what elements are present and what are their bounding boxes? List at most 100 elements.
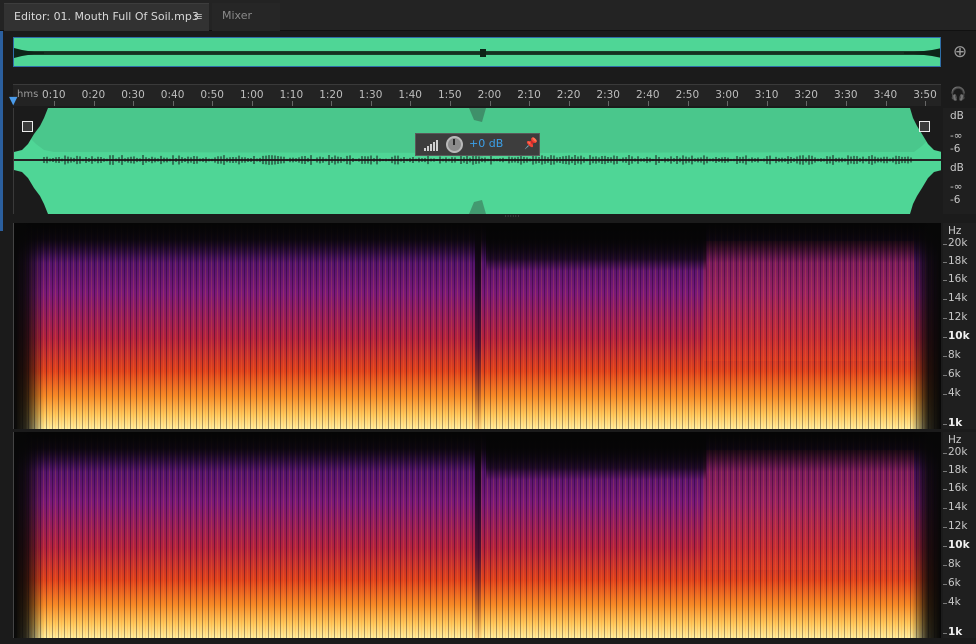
ruler-tick-label: 3:20 [794,89,818,101]
ruler-tick-label: 2:50 [675,89,700,101]
spectral-display-channel-2[interactable] [13,432,941,638]
hz-tick-mark [943,337,947,338]
ruler-tick-mark [766,101,768,106]
db-minus6-ch1: -6 [950,143,961,155]
ruler-tick-mark [450,101,451,106]
ruler-tick-mark [489,101,491,106]
hz-tick-mark [943,471,947,472]
ruler-tick-label: 2:20 [556,89,581,101]
ruler-tick-mark [687,101,689,106]
ruler-tick-label: 2:00 [477,89,502,101]
tab-menu-icon[interactable]: ≡ [194,4,203,30]
ruler-tick-label: 1:50 [438,89,462,101]
ruler-tick-label: 1:20 [319,89,343,101]
zoom-in-icon[interactable]: ⊕ [948,40,972,64]
frequency-scale-channel-2: Hz 20k 18k 16k 14k 12k 10k 8k 6k 4k 1k [943,432,976,638]
hz-unit: Hz [948,434,962,446]
tab-editor-label: Editor: 01. Mouth Full Of Soil.mp3 [14,10,199,23]
ruler-tick-mark [93,101,95,106]
fade-out-handle[interactable] [919,121,930,132]
ruler-tick-label: 3:30 [834,89,858,101]
ruler-tick-label: 3:50 [913,89,937,101]
hz-tick-mark [943,356,947,357]
ruler-tick-mark [370,101,372,106]
spectral-gap [475,432,481,638]
ruler-tick-label: 0:10 [42,89,66,101]
playhead-marker-icon[interactable]: ▼ [9,95,19,107]
hz-tick-mark [943,565,947,566]
time-ruler[interactable]: hms 0:10 0:20 0:30 0:40 0:50 1:00 1:10 1:20 1:30… [13,84,941,106]
spectral-gap [475,223,481,429]
spectral-fade-left [14,223,44,429]
db-inf-ch1: -∞ [950,130,963,142]
tab-editor[interactable]: Editor: 01. Mouth Full Of Soil.mp3 ≡ [4,3,209,31]
ruler-tick-label: 3:10 [754,89,779,101]
hz-label: 6k [948,368,961,380]
waveform-db-scale: dB -∞ -6 dB -∞ -6 [943,108,976,214]
spectral-fade-right [911,223,941,429]
ruler-tick-mark [648,101,649,106]
ruler-tick-mark [529,101,531,106]
spectral-fade-right [911,432,941,638]
hz-tick-mark [943,299,947,300]
hz-label: 20k [948,237,968,249]
hz-label: 4k [948,596,961,608]
hz-label: 18k [948,464,968,476]
frequency-scale-channel-1: Hz 20k 18k 16k 14k 12k 10k 8k 6k 4k 1k [943,223,976,429]
hz-tick-mark [943,584,947,585]
ruler-tick-label: 2:10 [517,89,541,101]
ruler-tick-mark [846,101,847,106]
ruler-tick-label: 0:20 [81,89,106,101]
hz-label: 10k [948,330,970,342]
hz-tick-mark [943,244,947,245]
ruler-tick-label: 0:50 [200,89,224,101]
waveform-display[interactable] [13,108,941,214]
spectral-quiet-region [486,432,706,480]
spectral-display-channel-1[interactable] [13,223,941,429]
panel-resize-grip[interactable]: ······ [498,213,526,221]
fade-in-handle[interactable] [22,121,33,132]
ruler-tick-mark [410,101,412,106]
hz-tick-mark [943,546,947,547]
hz-label: 1k [948,626,963,638]
editor-tab-bar: Editor: 01. Mouth Full Of Soil.mp3 ≡ Mix… [0,0,976,31]
hz-tick-mark [943,262,947,263]
ruler-tick-label: 0:30 [121,89,145,101]
hz-label: 10k [948,539,970,551]
ruler-tick-mark [885,101,887,106]
pin-icon[interactable]: 📌 [524,137,538,150]
hz-tick-mark [943,508,947,509]
ruler-tick-mark [212,101,214,106]
hz-label: 1k [948,417,963,429]
ruler-tick-label: 1:10 [279,89,304,101]
hz-unit: Hz [948,225,962,237]
ruler-tick-mark [925,101,927,106]
overview-waveform[interactable] [13,37,941,67]
ruler-tick-label: 1:00 [240,89,264,101]
hz-label: 12k [948,311,968,323]
ruler-tick-label: 1:40 [398,89,422,101]
ruler-tick-mark [806,101,808,106]
hz-label: 6k [948,577,961,589]
hz-tick-mark [943,527,947,528]
gain-hud[interactable]: +0 dB 📌 [415,133,540,156]
hz-label: 16k [948,273,968,285]
hz-label: 18k [948,255,968,267]
ruler-tick-label: 2:30 [596,89,620,101]
gain-value[interactable]: +0 dB [469,137,503,150]
tab-mixer[interactable]: Mixer [212,3,280,31]
ruler-unit-label: hms [17,89,39,100]
hz-tick-mark [943,318,947,319]
hz-tick-mark [943,633,947,634]
hz-tick-mark [943,453,947,454]
volume-knob-icon[interactable] [446,136,463,153]
hz-tick-mark [943,603,947,604]
spectral-fade-left [14,432,44,638]
headphones-icon[interactable]: 🎧 [950,87,966,103]
ruler-tick-mark [291,101,293,106]
db-minus6-ch2: -6 [950,194,961,206]
level-meter-icon [424,140,438,151]
db-unit-ch2: dB [950,162,964,174]
ruler-tick-mark [252,101,253,106]
hz-label: 20k [948,446,968,458]
